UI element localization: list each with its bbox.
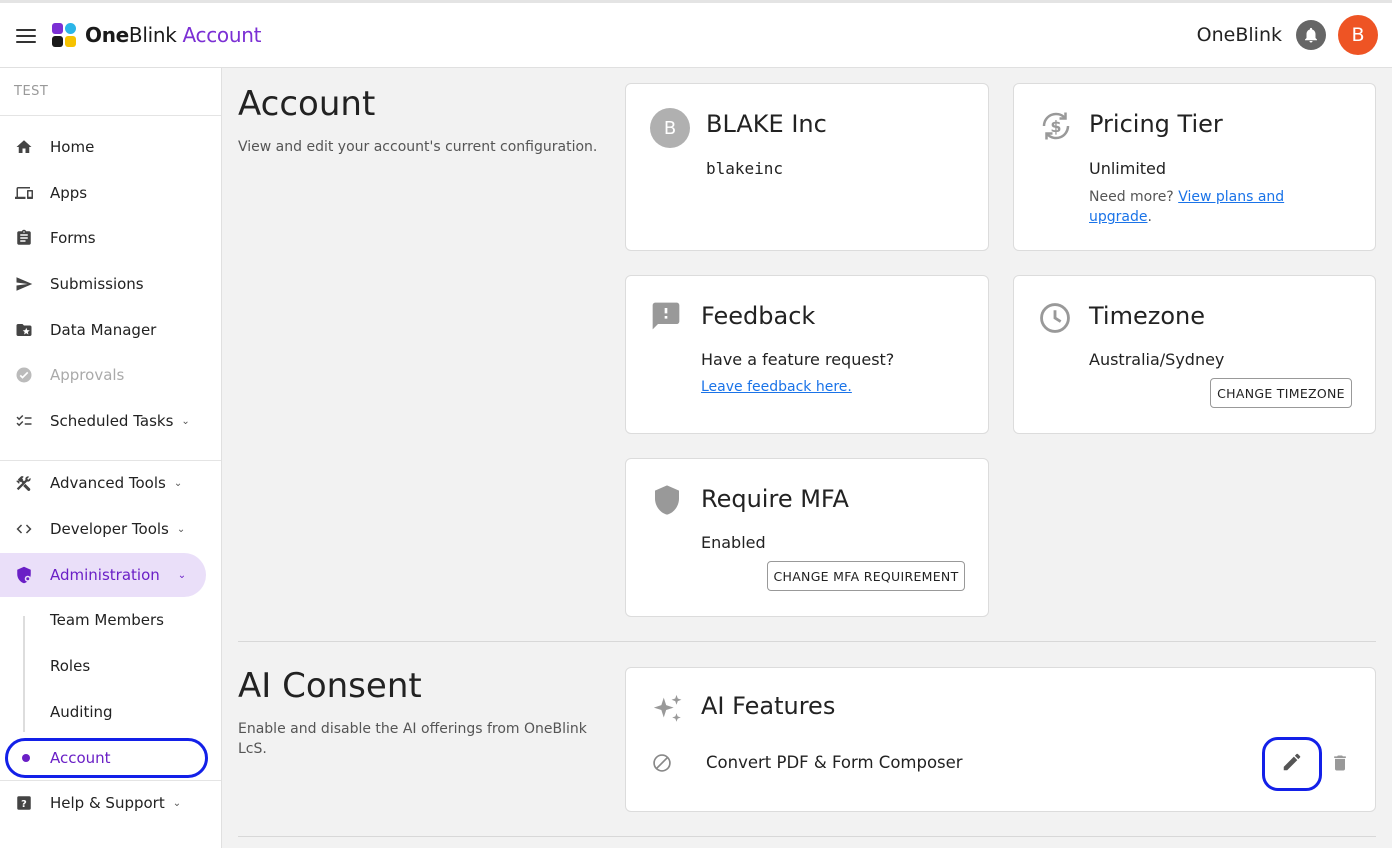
checklist-icon [14,411,34,431]
sidebar-item-label: Advanced Tools [50,474,166,492]
delete-icon[interactable] [1330,752,1350,778]
home-icon [14,137,34,157]
section-divider [238,836,1376,837]
chevron-down-icon: ⌄ [173,477,183,489]
sidebar-item-advanced-tools[interactable]: Advanced Tools ⌄ [0,461,206,505]
sidebar-item-administration[interactable]: Administration ⌄ [0,553,206,597]
svg-text:$: $ [1050,117,1061,136]
timezone-title: Timezone [1089,302,1205,330]
feedback-icon [650,300,682,336]
menu-icon[interactable] [16,27,38,43]
user-avatar[interactable]: B [1338,15,1378,55]
pricing-tier-title: Pricing Tier [1089,110,1223,138]
code-icon [14,519,34,539]
change-mfa-requirement-button[interactable]: CHANGE MFA REQUIREMENT [767,561,965,591]
sidebar-item-label: Data Manager [50,321,157,339]
svg-text:?: ? [21,799,27,810]
sidebar-subitem-roles[interactable]: Roles [50,646,90,686]
require-mfa-title: Require MFA [701,485,849,513]
devices-icon [14,183,34,203]
pricing-tier-value: Unlimited [1089,159,1167,178]
sidebar-item-home[interactable]: Home [0,125,206,169]
sidebar-item-label: Home [50,138,95,156]
feedback-card: Feedback Have a feature request? Leave f… [625,275,989,434]
shield-icon [651,483,683,521]
sidebar-subitem-account[interactable]: Account [5,738,208,778]
sidebar-item-label: Forms [50,229,96,247]
ai-consent-section-title: AI Consent [238,666,422,706]
sidebar-item-forms[interactable]: Forms [0,216,206,260]
sidebar-item-label: Approvals [50,366,125,384]
app-title: OneBlink Account [85,23,262,47]
environment-label: TEST [0,68,221,116]
sidebar-item-scheduled-tasks[interactable]: Scheduled Tasks ⌄ [0,399,206,443]
folder-star-icon [14,320,34,340]
account-section-description: View and edit your account's current con… [238,139,598,155]
active-dot-icon [22,754,30,762]
oneblink-logo-icon [52,23,78,47]
top-app-bar: OneBlink Account OneBlink B [0,0,1392,68]
clipboard-icon [14,228,34,248]
sidebar-item-label: Submissions [50,275,144,293]
sidebar-item-label: Help & Support [50,794,165,812]
notifications-bell-icon[interactable] [1296,20,1326,50]
help-icon: ? [14,793,34,813]
chevron-down-icon: ⌄ [181,415,190,427]
organisation-slug: blakeinc [706,159,784,178]
sparkles-icon [651,692,685,730]
currency-sync-icon: $ [1038,108,1074,148]
clock-icon [1038,301,1072,339]
organisation-avatar: B [650,108,690,148]
chevron-down-icon: ⌄ [172,797,182,809]
submenu-indent-line [23,616,25,732]
organisation-card: B BLAKE Inc blakeinc [625,83,989,251]
ai-features-card: AI Features Convert PDF & Form Composer [625,667,1376,812]
sidebar-item-label: Apps [50,184,88,202]
chevron-down-icon: ⌄ [177,569,187,581]
account-section-title: Account [238,84,376,124]
sidebar-item-approvals[interactable]: Approvals [0,353,206,397]
sidebar-item-submissions[interactable]: Submissions [0,262,206,306]
ai-features-title: AI Features [701,692,836,720]
sidebar-subitem-auditing[interactable]: Auditing [50,692,113,732]
admin-shield-icon [14,565,34,585]
sidebar-item-label: Administration [50,566,160,584]
check-circle-icon [14,365,34,385]
sidebar-item-label: Scheduled Tasks [50,412,174,430]
sidebar-item-apps[interactable]: Apps [0,171,206,215]
chevron-down-icon: ⌄ [176,523,186,535]
pricing-upgrade-text: Need more? View plans and upgrade. [1089,189,1285,225]
app-logo[interactable]: OneBlink Account [52,23,261,47]
feedback-title: Feedback [701,302,816,330]
require-mfa-card: Require MFA Enabled CHANGE MFA REQUIREME… [625,458,989,617]
pricing-tier-card: $ Pricing Tier Unlimited Need more? View… [1013,83,1376,251]
section-divider [238,641,1376,642]
change-timezone-button[interactable]: CHANGE TIMEZONE [1210,378,1352,408]
timezone-value: Australia/Sydney [1089,350,1225,369]
sidebar: TEST Home Apps Forms Submissions Data Ma… [0,68,222,848]
send-icon [14,274,34,294]
disabled-icon [652,753,672,777]
timezone-card: Timezone Australia/Sydney CHANGE TIMEZON… [1013,275,1376,434]
organisation-name[interactable]: OneBlink [1197,24,1282,46]
sidebar-subitem-label: Account [50,749,111,767]
ai-consent-section-description: Enable and disable the AI offerings from… [238,721,587,757]
sidebar-item-data-manager[interactable]: Data Manager [0,308,206,352]
edit-button[interactable] [1262,737,1322,791]
tools-icon [14,473,34,493]
ai-feature-name: Convert PDF & Form Composer [706,753,963,772]
sidebar-item-label: Developer Tools [50,520,169,538]
sidebar-subitem-team-members[interactable]: Team Members [50,600,164,640]
require-mfa-value: Enabled [701,533,766,552]
sidebar-item-developer-tools[interactable]: Developer Tools ⌄ [0,507,206,551]
pencil-icon [1281,751,1303,777]
sidebar-item-help-support[interactable]: ? Help & Support ⌄ [0,781,206,825]
leave-feedback-link[interactable]: Leave feedback here. [701,379,852,395]
feedback-question: Have a feature request? [701,350,895,369]
organisation-name: BLAKE Inc [706,110,827,138]
